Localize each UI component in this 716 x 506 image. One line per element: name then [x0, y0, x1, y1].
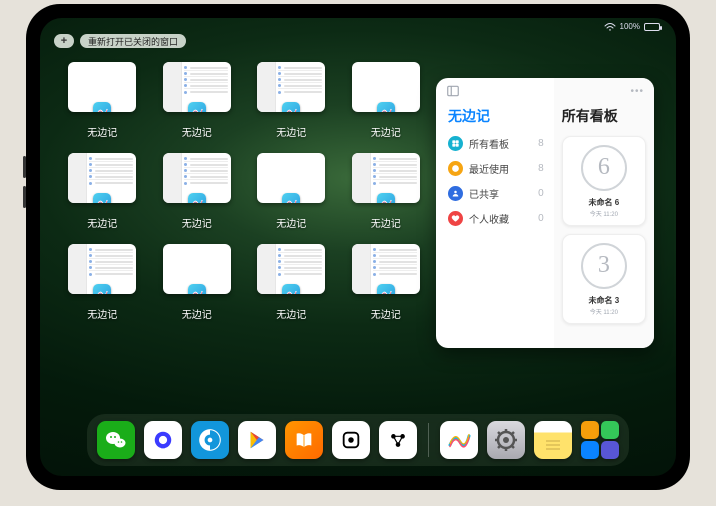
window-thumbnail[interactable]: 无边记 — [255, 153, 328, 230]
reopen-closed-window-button[interactable]: 重新打开已关闭的窗口 — [80, 34, 186, 48]
freeform-app-icon — [93, 102, 111, 112]
window-label: 无边记 — [276, 306, 306, 321]
wifi-icon — [604, 23, 616, 31]
window-label: 无边记 — [182, 124, 212, 139]
app-library-mini-icon — [601, 441, 619, 459]
sidebar-item-label: 最近使用 — [469, 161, 509, 176]
sidebar-item-label: 已共享 — [469, 186, 499, 201]
sidebar-item-count: 8 — [538, 138, 544, 149]
slideover-panel[interactable]: ••• 无边记 所有看板8最近使用8已共享0个人收藏0 所有看板 6未命名 6今… — [436, 78, 654, 348]
slideover-content: 所有看板 6未命名 6今天 11:203未命名 3今天 11:20 — [554, 78, 654, 348]
status-bar: 100% — [604, 22, 660, 31]
board-name: 未命名 3 — [589, 295, 620, 306]
board-time: 今天 11:20 — [590, 307, 618, 316]
dock-app-dice[interactable] — [332, 421, 370, 459]
grid-icon — [448, 136, 463, 151]
freeform-app-icon — [282, 102, 300, 112]
dock-separator — [428, 423, 429, 457]
volume-up-button[interactable] — [23, 156, 26, 178]
freeform-app-icon — [188, 193, 206, 203]
dock-app-wechat[interactable] — [97, 421, 135, 459]
slideover-left-title: 无边记 — [448, 106, 544, 126]
dock-app-dots[interactable] — [379, 421, 417, 459]
freeform-app-icon — [93, 284, 111, 294]
dock — [87, 414, 629, 466]
dock-app-notes[interactable] — [534, 421, 572, 459]
window-controls-icon[interactable]: ••• — [630, 86, 644, 97]
app-library-button[interactable] — [581, 421, 619, 459]
freeform-app-icon — [377, 102, 395, 112]
sidebar-item-label: 所有看板 — [469, 136, 509, 151]
window-thumbnail[interactable]: 无边记 — [161, 62, 234, 139]
app-library-mini-icon — [601, 421, 619, 439]
board-name: 未命名 6 — [589, 197, 620, 208]
sidebar-item-count: 0 — [538, 213, 544, 224]
freeform-app-icon — [377, 284, 395, 294]
window-thumbnail[interactable]: 无边记 — [161, 153, 234, 230]
slideover-sidebar: 无边记 所有看板 8 最近使用 8 已共享 0 个人收藏 0 — [436, 78, 554, 348]
freeform-app-icon — [188, 284, 206, 294]
window-label: 无边记 — [371, 306, 401, 321]
window-label: 无边记 — [276, 215, 306, 230]
sidebar-item-label: 个人收藏 — [469, 211, 509, 226]
battery-text: 100% — [620, 22, 640, 31]
board-card[interactable]: 6 未命名 6今天 11:20 — [562, 136, 646, 226]
ipad-frame: 100% + 重新打开已关闭的窗口 无边记无边记无边记无边记无边记无边记无边记无… — [26, 4, 690, 490]
slideover-right-title: 所有看板 — [562, 106, 646, 126]
sidebar-item-share[interactable]: 已共享 0 — [448, 186, 544, 201]
share-icon — [448, 186, 463, 201]
dock-app-quark[interactable] — [144, 421, 182, 459]
top-left-controls: + 重新打开已关闭的窗口 — [54, 34, 186, 48]
window-thumbnail[interactable]: 无边记 — [350, 153, 423, 230]
dock-app-books[interactable] — [285, 421, 323, 459]
app-library-mini-icon — [581, 421, 599, 439]
freeform-app-icon — [93, 193, 111, 203]
app-library-mini-icon — [581, 441, 599, 459]
sidebar-item-clock[interactable]: 最近使用 8 — [448, 161, 544, 176]
sidebar-item-count: 8 — [538, 163, 544, 174]
sidebar-item-heart[interactable]: 个人收藏 0 — [448, 211, 544, 226]
freeform-app-icon — [282, 284, 300, 294]
dock-app-freeform[interactable] — [440, 421, 478, 459]
ipad-screen: 100% + 重新打开已关闭的窗口 无边记无边记无边记无边记无边记无边记无边记无… — [40, 18, 676, 476]
dock-app-play[interactable] — [238, 421, 276, 459]
sidebar-item-grid[interactable]: 所有看板 8 — [448, 136, 544, 151]
window-thumbnail[interactable]: 无边记 — [66, 244, 139, 321]
freeform-app-icon — [188, 102, 206, 112]
freeform-app-icon — [377, 193, 395, 203]
clock-icon — [448, 161, 463, 176]
window-thumbnail[interactable]: 无边记 — [161, 244, 234, 321]
window-label: 无边记 — [371, 124, 401, 139]
board-preview: 3 — [581, 243, 627, 289]
new-window-button[interactable]: + — [54, 34, 74, 48]
board-preview: 6 — [581, 145, 627, 191]
window-thumbnail[interactable]: 无边记 — [350, 244, 423, 321]
board-time: 今天 11:20 — [590, 209, 618, 218]
window-label: 无边记 — [276, 124, 306, 139]
sidebar-item-count: 0 — [538, 188, 544, 199]
heart-icon — [448, 211, 463, 226]
battery-icon — [644, 23, 660, 31]
dock-app-settings[interactable] — [487, 421, 525, 459]
window-label: 无边记 — [87, 215, 117, 230]
freeform-app-icon — [282, 193, 300, 203]
dock-app-qqbrowser[interactable] — [191, 421, 229, 459]
window-label: 无边记 — [87, 306, 117, 321]
window-thumbnail[interactable]: 无边记 — [66, 153, 139, 230]
app-switcher-grid: 无边记无边记无边记无边记无边记无边记无边记无边记无边记无边记无边记无边记 — [66, 62, 422, 321]
window-thumbnail[interactable]: 无边记 — [255, 244, 328, 321]
window-thumbnail[interactable]: 无边记 — [66, 62, 139, 139]
window-thumbnail[interactable]: 无边记 — [255, 62, 328, 139]
window-label: 无边记 — [182, 215, 212, 230]
window-label: 无边记 — [87, 124, 117, 139]
window-label: 无边记 — [371, 215, 401, 230]
sidebar-toggle-icon[interactable] — [446, 84, 460, 103]
window-label: 无边记 — [182, 306, 212, 321]
volume-down-button[interactable] — [23, 186, 26, 208]
window-thumbnail[interactable]: 无边记 — [350, 62, 423, 139]
board-card[interactable]: 3 未命名 3今天 11:20 — [562, 234, 646, 324]
